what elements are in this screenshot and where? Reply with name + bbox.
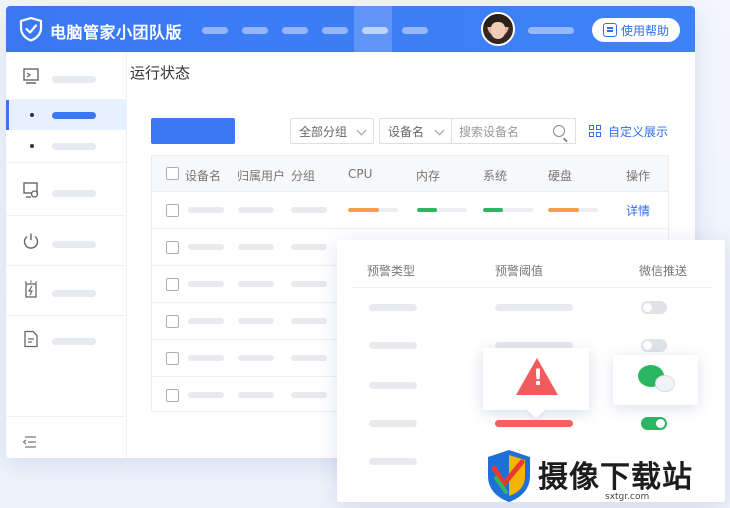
nav-item-active[interactable] <box>362 27 388 34</box>
avatar[interactable] <box>481 12 515 46</box>
nav-item[interactable] <box>282 27 308 34</box>
sidebar-item-device[interactable] <box>6 162 127 216</box>
memory-usage-bar <box>417 208 467 212</box>
search-icon[interactable] <box>553 125 565 137</box>
field-select[interactable]: 设备名 <box>379 118 452 144</box>
field-select-value: 设备名 <box>388 124 425 139</box>
device-settings-icon <box>23 182 39 198</box>
table-header: 设备名 归属用户 分组 CPU 内存 系统 硬盘 操作 <box>152 156 668 192</box>
app-title: 电脑管家小团队版 <box>50 23 183 42</box>
column-header: 操作 <box>626 169 651 183</box>
group-select[interactable]: 全部分组 <box>290 118 374 144</box>
column-header: 微信推送 <box>639 264 688 278</box>
screenshot-stage: 电脑管家小团队版 使用帮助 运行状态 全部分组 设备名 搜索设备名 自定义展示 … <box>0 0 730 508</box>
grid-icon <box>589 125 602 138</box>
battery-alert-icon <box>24 280 38 298</box>
primary-action-button[interactable] <box>151 118 235 144</box>
alert-threshold-bar <box>495 420 573 427</box>
column-header: 硬盘 <box>548 169 573 183</box>
wechat-popup <box>613 355 698 405</box>
help-button-label: 使用帮助 <box>620 23 669 38</box>
column-header: 预警阈值 <box>495 264 544 278</box>
help-doc-icon <box>602 23 617 37</box>
search-placeholder: 搜索设备名 <box>459 124 520 139</box>
monitor-icon <box>23 68 39 84</box>
row-checkbox[interactable] <box>166 315 179 328</box>
page-title: 运行状态 <box>130 64 191 82</box>
sidebar-item-report[interactable] <box>6 316 127 364</box>
power-icon <box>23 233 39 249</box>
user-name-placeholder <box>528 27 574 34</box>
sidebar-item-monitor[interactable] <box>6 52 127 100</box>
row-checkbox[interactable] <box>166 278 179 291</box>
nav-item[interactable] <box>322 27 348 34</box>
row-checkbox[interactable] <box>166 204 179 217</box>
wechat-push-toggle[interactable] <box>641 301 667 314</box>
sidebar <box>6 52 127 458</box>
column-header: 内存 <box>416 169 441 183</box>
chevron-down-icon <box>356 125 367 136</box>
disk-usage-bar <box>548 208 598 212</box>
watermark-brand: 摄像下载站 <box>538 460 693 495</box>
row-checkbox[interactable] <box>166 389 179 402</box>
sidebar-item-power[interactable] <box>6 216 127 266</box>
title-bar: 电脑管家小团队版 使用帮助 <box>6 6 695 52</box>
help-button[interactable]: 使用帮助 <box>592 18 680 42</box>
alert-table-header: 预警类型 预警阈值 微信推送 <box>353 256 711 288</box>
group-select-value: 全部分组 <box>299 124 348 139</box>
watermark-url: sxtgr.com <box>605 492 650 502</box>
nav-item[interactable] <box>242 27 268 34</box>
custom-display-label: 自定义展示 <box>608 125 669 139</box>
search-input[interactable]: 搜索设备名 <box>451 118 576 144</box>
bullet-dot <box>30 113 34 117</box>
cpu-usage-bar <box>348 208 398 212</box>
column-header: 系统 <box>483 169 508 183</box>
watermark-logo-icon <box>488 450 530 502</box>
column-header: 分组 <box>291 169 316 183</box>
select-all-checkbox[interactable] <box>166 167 179 180</box>
column-header: 归属用户 <box>237 169 286 183</box>
sidebar-subitem[interactable] <box>52 143 96 150</box>
exclamation-mark: ! <box>533 366 544 391</box>
warning-popup: ! <box>483 348 589 410</box>
row-checkbox[interactable] <box>166 352 179 365</box>
chevron-down-icon <box>434 125 445 136</box>
row-checkbox[interactable] <box>166 241 179 254</box>
column-header: 设备名 <box>185 169 222 183</box>
table-row[interactable]: 详情 <box>152 192 668 229</box>
sidebar-item-alert[interactable] <box>6 266 127 316</box>
detail-link[interactable]: 详情 <box>626 202 650 219</box>
chat-bubble-icon <box>655 375 675 392</box>
collapse-menu-icon[interactable] <box>22 435 38 449</box>
column-header: CPU <box>348 167 373 181</box>
wechat-push-toggle[interactable] <box>641 339 667 352</box>
wechat-push-toggle-on[interactable] <box>641 417 667 430</box>
column-header: 预警类型 <box>367 264 416 278</box>
custom-display-button[interactable]: 自定义展示 <box>589 123 668 140</box>
document-icon <box>24 330 38 348</box>
bullet-dot <box>30 144 34 148</box>
sidebar-subitem-label <box>52 112 96 119</box>
nav-item[interactable] <box>402 27 428 34</box>
system-usage-bar <box>483 208 533 212</box>
nav-item[interactable] <box>202 27 228 34</box>
shield-logo-icon <box>19 16 43 42</box>
watermark: 摄像下载站 sxtgr.com <box>480 448 728 506</box>
